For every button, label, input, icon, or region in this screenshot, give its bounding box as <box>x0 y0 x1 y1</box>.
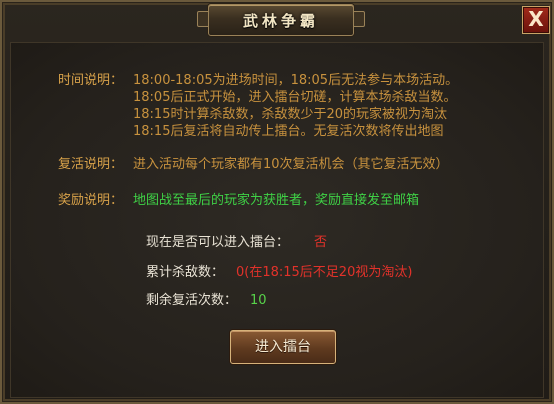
revive-text: 进入活动每个玩家都有10次复活机会（其它复活无效） <box>133 157 449 172</box>
enter-arena-button[interactable]: 进入擂台 <box>230 330 336 364</box>
time-line-2: 18:05后正式开始，进入擂台切磋，计算本场杀敌当数。 <box>133 90 457 105</box>
event-window: 武林争霸 X 时间说明： 18:00-18:05为进场时间，18:05后无法参与… <box>0 0 554 404</box>
time-line-1: 18:00-18:05为进场时间，18:05后无法参与本场活动。 <box>133 73 459 88</box>
reward-label: 奖励说明： <box>58 193 124 208</box>
kills-value: 0(在18:15后不足20视为淘汰) <box>236 265 413 280</box>
title-ornament-right <box>353 11 365 27</box>
title-plate: 武林争霸 <box>197 4 365 36</box>
reward-text: 地图战至最后的玩家为获胜者，奖励直接发至邮箱 <box>133 193 420 208</box>
time-line-4: 18:15后复活将自动传上擂台。无复活次数将传出地图 <box>133 124 444 139</box>
time-label: 时间说明： <box>58 73 124 88</box>
title-ornament-left <box>197 11 209 27</box>
time-line-3: 18:15时计算杀敌数，杀敌数少于20的玩家被视为淘汰 <box>133 107 448 122</box>
revives-label: 剩余复活次数： <box>146 293 238 308</box>
close-button[interactable]: X <box>522 6 550 34</box>
can-enter-label: 现在是否可以进入擂台： <box>146 235 290 250</box>
can-enter-value: 否 <box>314 235 328 250</box>
window-title: 武林争霸 <box>242 12 319 30</box>
kills-label: 累计杀敌数： <box>146 265 225 280</box>
revives-value: 10 <box>250 293 267 308</box>
revive-label: 复活说明： <box>58 157 124 172</box>
